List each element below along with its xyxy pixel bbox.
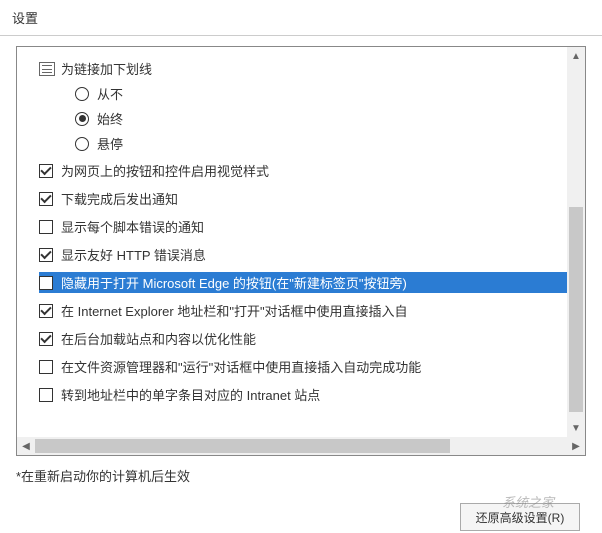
checkbox-item[interactable]: 在文件资源管理器和"运行"对话框中使用直接插入自动完成功能 xyxy=(39,356,586,377)
checkbox-label: 在 Internet Explorer 地址栏和"打开"对话框中使用直接插入自 xyxy=(61,301,408,320)
document-icon xyxy=(39,62,55,76)
radio-icon xyxy=(75,137,89,151)
radio-label: 从不 xyxy=(97,84,123,103)
horizontal-scrollbar[interactable]: ◀ ▶ xyxy=(17,437,585,455)
scroll-left-icon[interactable]: ◀ xyxy=(17,437,35,455)
restart-note: *在重新启动你的计算机后生效 xyxy=(16,466,586,485)
checkbox-label: 下载完成后发出通知 xyxy=(61,189,178,208)
radio-never[interactable]: 从不 xyxy=(75,84,586,103)
checkbox-icon xyxy=(39,304,53,318)
checkbox-icon xyxy=(39,388,53,402)
scrollbar-thumb[interactable] xyxy=(35,439,450,453)
note-text: *在重新启动你的计算机后生效 xyxy=(16,469,190,484)
scroll-right-icon[interactable]: ▶ xyxy=(567,437,585,455)
checkbox-icon xyxy=(39,192,53,206)
scrollbar-track[interactable] xyxy=(567,65,585,419)
settings-tree-panel: 为链接加下划线 从不 始终 悬停 为网页上的按钮和控件启用视觉样式下载完成后发出… xyxy=(16,46,586,456)
restore-defaults-button[interactable]: 还原高级设置(R) xyxy=(460,503,580,531)
checkbox-label: 显示每个脚本错误的通知 xyxy=(61,217,204,236)
scroll-down-icon[interactable]: ▼ xyxy=(567,419,585,437)
radio-icon xyxy=(75,87,89,101)
group-header: 为链接加下划线 xyxy=(39,59,586,78)
button-row: 还原高级设置(R) xyxy=(0,495,602,531)
dialog-title: 设置 xyxy=(0,0,602,36)
button-label: 还原高级设置(R) xyxy=(476,511,565,525)
radio-icon xyxy=(75,112,89,126)
checkbox-item[interactable]: 显示每个脚本错误的通知 xyxy=(39,216,586,237)
checkbox-icon xyxy=(39,164,53,178)
scrollbar-track[interactable] xyxy=(35,437,567,455)
checkbox-item[interactable]: 显示友好 HTTP 错误消息 xyxy=(39,244,586,265)
checkbox-icon xyxy=(39,220,53,234)
checkbox-icon xyxy=(39,276,53,290)
tree-content: 为链接加下划线 从不 始终 悬停 为网页上的按钮和控件启用视觉样式下载完成后发出… xyxy=(17,47,586,427)
vertical-scrollbar[interactable]: ▲ ▼ xyxy=(567,47,585,437)
radio-always[interactable]: 始终 xyxy=(75,109,586,128)
checkbox-label: 在文件资源管理器和"运行"对话框中使用直接插入自动完成功能 xyxy=(61,357,421,376)
radio-label: 悬停 xyxy=(97,134,123,153)
checkbox-list: 为网页上的按钮和控件启用视觉样式下载完成后发出通知显示每个脚本错误的通知显示友好… xyxy=(39,160,586,405)
checkbox-item[interactable]: 为网页上的按钮和控件启用视觉样式 xyxy=(39,160,586,181)
checkbox-item[interactable]: 在 Internet Explorer 地址栏和"打开"对话框中使用直接插入自 xyxy=(39,300,586,321)
checkbox-item[interactable]: 转到地址栏中的单字条目对应的 Intranet 站点 xyxy=(39,384,586,405)
underline-links-group: 为链接加下划线 从不 始终 悬停 xyxy=(39,59,586,153)
checkbox-icon xyxy=(39,360,53,374)
checkbox-icon xyxy=(39,248,53,262)
checkbox-label: 显示友好 HTTP 错误消息 xyxy=(61,245,206,264)
radio-hover[interactable]: 悬停 xyxy=(75,134,586,153)
checkbox-label: 为网页上的按钮和控件启用视觉样式 xyxy=(61,161,269,180)
checkbox-label: 转到地址栏中的单字条目对应的 Intranet 站点 xyxy=(61,385,320,404)
checkbox-label: 隐藏用于打开 Microsoft Edge 的按钮(在"新建标签页"按钮旁) xyxy=(61,273,407,292)
scrollbar-thumb[interactable] xyxy=(569,207,583,412)
checkbox-item[interactable]: 隐藏用于打开 Microsoft Edge 的按钮(在"新建标签页"按钮旁) xyxy=(39,272,586,293)
checkbox-icon xyxy=(39,332,53,346)
title-text: 设置 xyxy=(12,11,38,26)
group-label: 为链接加下划线 xyxy=(61,59,152,78)
radio-label: 始终 xyxy=(97,109,123,128)
checkbox-item[interactable]: 在后台加载站点和内容以优化性能 xyxy=(39,328,586,349)
checkbox-item[interactable]: 下载完成后发出通知 xyxy=(39,188,586,209)
scroll-up-icon[interactable]: ▲ xyxy=(567,47,585,65)
radio-group: 从不 始终 悬停 xyxy=(39,84,586,153)
checkbox-label: 在后台加载站点和内容以优化性能 xyxy=(61,329,256,348)
